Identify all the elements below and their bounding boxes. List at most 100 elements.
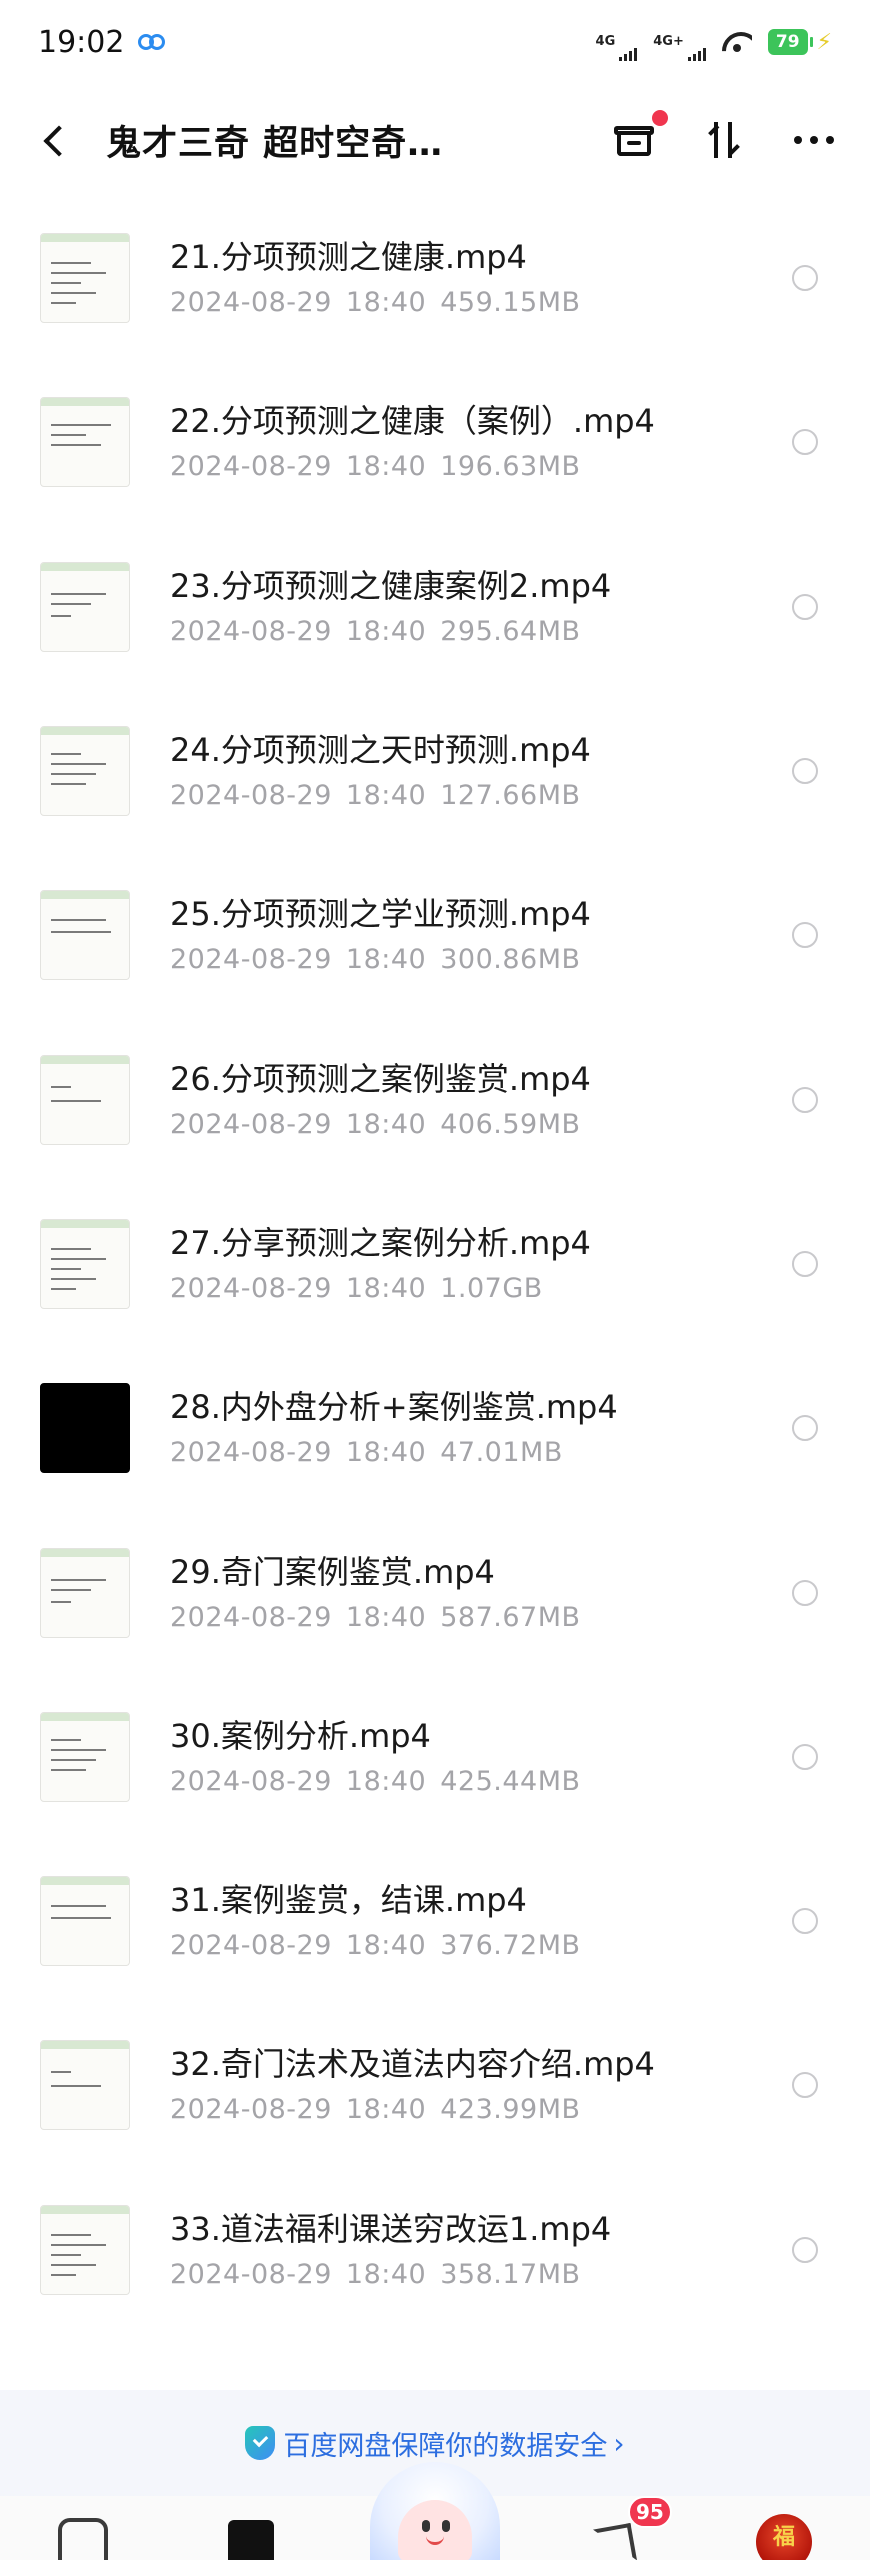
file-row[interactable]: 27.分享预测之案例分析.mp4 2024-08-29 18:40 1.07GB	[0, 1182, 870, 1346]
file-meta: 2024-08-29 18:40 376.72MB	[170, 1929, 792, 1963]
video-thumbnail	[40, 890, 130, 981]
file-date: 2024-08-29	[170, 1437, 332, 1469]
file-size: 459.15MB	[440, 287, 581, 319]
status-indicators: 4G 4G+ 79 ⚡	[596, 29, 832, 61]
video-thumbnail	[40, 561, 130, 652]
chevron-right-icon: ›	[613, 2426, 625, 2460]
video-thumbnail	[40, 1383, 130, 1474]
file-size: 423.99MB	[440, 2094, 581, 2126]
select-radio[interactable]	[792, 1743, 818, 1770]
sort-icon[interactable]	[704, 118, 744, 162]
file-meta: 2024-08-29 18:40 459.15MB	[170, 286, 792, 320]
file-row[interactable]: 26.分项预测之案例鉴赏.mp4 2024-08-29 18:40 406.59MB	[0, 1017, 870, 1181]
video-thumbnail	[40, 2040, 130, 2131]
header-actions	[614, 110, 834, 162]
select-radio[interactable]	[792, 2072, 818, 2099]
mascot-face	[398, 2500, 472, 2560]
file-meta: 2024-08-29 18:40 127.66MB	[170, 779, 792, 813]
file-name: 26.分项预测之案例鉴赏.mp4	[170, 1059, 591, 1098]
video-thumbnail	[40, 1054, 130, 1145]
file-name: 28.内外盘分析+案例鉴赏.mp4	[170, 1388, 618, 1427]
file-row[interactable]: 23.分项预测之健康案例2.mp4 2024-08-29 18:40 295.64MB	[0, 525, 870, 689]
file-name: 31.案例鉴赏，结课.mp4	[170, 1881, 527, 1920]
file-name: 21.分项预测之健康.mp4	[170, 238, 527, 277]
file-name: 30.案例分析.mp4	[170, 1716, 431, 1755]
notification-dot	[652, 110, 668, 126]
file-name: 22.分项预测之健康（案例）.mp4	[170, 402, 655, 441]
file-info: 26.分项预测之案例鉴赏.mp4 2024-08-29 18:40 406.59MB	[170, 1058, 792, 1142]
page-title: 鬼才三奇 超时空奇…	[106, 123, 444, 164]
file-time: 18:40	[345, 1108, 427, 1140]
file-name: 29.奇门案例鉴赏.mp4	[170, 1552, 495, 1591]
file-info: 31.案例鉴赏，结课.mp4 2024-08-29 18:40 376.72MB	[170, 1879, 792, 1963]
select-radio[interactable]	[792, 2236, 818, 2263]
select-radio[interactable]	[792, 1086, 818, 1113]
file-row[interactable]: 33.道法福利课送穷改运1.mp4 2024-08-29 18:40 358.17MB	[0, 2168, 870, 2332]
file-row[interactable]: 29.奇门案例鉴赏.mp4 2024-08-29 18:40 587.67MB	[0, 1510, 870, 1674]
bottom-nav: 95 福	[0, 2462, 870, 2560]
file-info: 23.分项预测之健康案例2.mp4 2024-08-29 18:40 295.64MB	[170, 565, 792, 649]
mascot-eye	[422, 2520, 430, 2532]
avatar-text: 福	[772, 2524, 795, 2550]
file-row[interactable]: 30.案例分析.mp4 2024-08-29 18:40 425.44MB	[0, 1675, 870, 1839]
file-size: 47.01MB	[440, 1437, 563, 1469]
file-name: 33.道法福利课送穷改运1.mp4	[170, 2209, 612, 2248]
file-row[interactable]: 22.分项预测之健康（案例）.mp4 2024-08-29 18:40 196.63M…	[0, 360, 870, 524]
file-row[interactable]: 25.分项预测之学业预测.mp4 2024-08-29 18:40 300.86MB	[0, 853, 870, 1017]
shield-icon	[245, 2426, 276, 2460]
select-radio[interactable]	[792, 1415, 818, 1442]
file-meta: 2024-08-29 18:40 358.17MB	[170, 2258, 792, 2292]
select-radio[interactable]	[792, 922, 818, 949]
file-name: 32.奇门法术及道法内容介绍.mp4	[170, 2045, 655, 2084]
select-radio[interactable]	[792, 1579, 818, 1606]
file-size: 425.44MB	[440, 1765, 581, 1797]
video-thumbnail	[40, 233, 130, 324]
select-radio[interactable]	[792, 593, 818, 620]
file-info: 24.分项预测之天时预测.mp4 2024-08-29 18:40 127.66MB	[170, 729, 792, 813]
file-info: 22.分项预测之健康（案例）.mp4 2024-08-29 18:40 196.63M…	[170, 400, 792, 484]
file-time: 18:40	[345, 1601, 427, 1633]
file-date: 2024-08-29	[170, 1765, 332, 1797]
select-radio[interactable]	[792, 1250, 818, 1277]
wifi-icon	[722, 30, 752, 54]
signal-4g-plus-label: 4G+	[653, 34, 684, 49]
notification-badge: 95	[628, 2496, 672, 2528]
send-icon[interactable]	[590, 2526, 630, 2560]
battery-indicator: 79 ⚡	[767, 29, 832, 55]
video-thumbnail	[40, 397, 130, 488]
file-row[interactable]: 24.分项预测之天时预测.mp4 2024-08-29 18:40 127.66MB	[0, 689, 870, 853]
select-radio[interactable]	[792, 265, 818, 292]
select-radio[interactable]	[792, 758, 818, 785]
file-meta: 2024-08-29 18:40 1.07GB	[170, 1272, 792, 1306]
more-icon[interactable]	[794, 136, 834, 144]
select-radio[interactable]	[792, 1908, 818, 1935]
video-thumbnail	[40, 1218, 130, 1309]
battery-level: 79	[767, 29, 808, 55]
file-meta: 2024-08-29 18:40 406.59MB	[170, 1108, 792, 1142]
file-date: 2024-08-29	[170, 287, 332, 319]
home-icon[interactable]	[58, 2518, 108, 2560]
avatar[interactable]: 福	[756, 2514, 812, 2560]
status-time: 19:02	[38, 24, 125, 60]
file-time: 18:40	[345, 1765, 427, 1797]
file-date: 2024-08-29	[170, 944, 332, 976]
chevron-left-icon[interactable]	[36, 120, 76, 160]
file-row[interactable]: 32.奇门法术及道法内容介绍.mp4 2024-08-29 18:40 423.99M…	[0, 2003, 870, 2167]
file-meta: 2024-08-29 18:40 295.64MB	[170, 615, 792, 649]
select-radio[interactable]	[792, 429, 818, 456]
file-info: 27.分享预测之案例分析.mp4 2024-08-29 18:40 1.07GB	[170, 1222, 792, 1306]
file-row[interactable]: 31.案例鉴赏，结课.mp4 2024-08-29 18:40 376.72MB	[0, 1839, 870, 2003]
charging-icon: ⚡	[816, 29, 832, 55]
file-name: 25.分项预测之学业预测.mp4	[170, 895, 591, 934]
file-row[interactable]: 28.内外盘分析+案例鉴赏.mp4 2024-08-29 18:40 47.01MB	[0, 1346, 870, 1510]
file-size: 376.72MB	[440, 1930, 581, 1962]
security-banner-text: 百度网盘保障你的数据安全	[283, 2430, 608, 2462]
files-icon[interactable]	[228, 2520, 274, 2560]
archive-icon[interactable]	[614, 110, 668, 160]
file-time: 18:40	[345, 1437, 427, 1469]
file-time: 18:40	[345, 780, 427, 812]
file-time: 18:40	[345, 944, 427, 976]
video-thumbnail	[40, 1547, 130, 1638]
cloud-sync-icon	[138, 32, 168, 52]
file-row[interactable]: 21.分项预测之健康.mp4 2024-08-29 18:40 459.15MB	[0, 196, 870, 360]
